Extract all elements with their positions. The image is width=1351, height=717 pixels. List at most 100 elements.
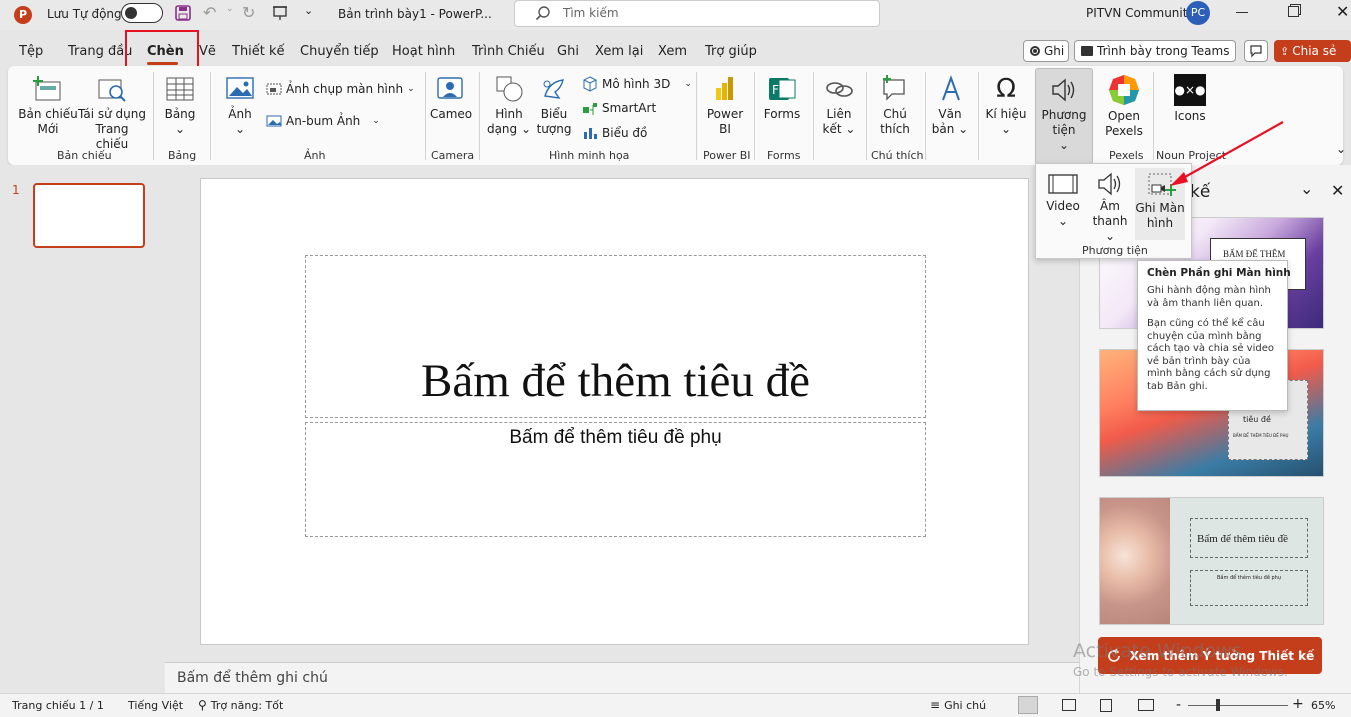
- ribbon-tabs: Tệp Trang đầu Chèn Vẽ Thiết kế Chuyển ti…: [0, 36, 1351, 66]
- powerbi-button[interactable]: Power BI: [702, 74, 748, 137]
- new-slide-button[interactable]: Bản chiếu Mới: [16, 74, 80, 137]
- account-name[interactable]: PITVN Community: [1086, 6, 1195, 20]
- design-idea-3[interactable]: Bấm để thêm tiêu đề Bấm để thêm tiêu đề …: [1099, 497, 1324, 625]
- group-tables-label: Bảng: [168, 149, 197, 162]
- reading-view-icon[interactable]: [1100, 699, 1112, 712]
- tab-record[interactable]: Ghi: [557, 44, 579, 59]
- title-placeholder[interactable]: Bấm để thêm tiêu đề: [305, 255, 926, 418]
- present-from-start-icon[interactable]: [272, 5, 288, 21]
- zoom-slider[interactable]: [1188, 705, 1288, 706]
- zoom-level[interactable]: 65%: [1311, 699, 1335, 712]
- noun-project-icon: ●×●: [1174, 74, 1206, 106]
- language-indicator[interactable]: Tiếng Việt: [128, 699, 183, 712]
- table-button[interactable]: Bảng ⌄: [160, 74, 200, 137]
- slide-thumbnail[interactable]: [33, 183, 145, 248]
- share-button[interactable]: ⇪ Chia sẻ: [1274, 40, 1351, 62]
- tab-review[interactable]: Xem lại: [595, 44, 643, 59]
- symbols-button[interactable]: Ω Kí hiệu ⌄: [983, 74, 1029, 137]
- slide-subtitle-text: Bấm để thêm tiêu đề phụ: [509, 427, 722, 448]
- document-title[interactable]: Bản trình bày1 - PowerP...: [338, 7, 492, 21]
- photo-album-button[interactable]: An-bum Ảnh ⌄: [266, 114, 380, 128]
- comments-button[interactable]: [1244, 40, 1268, 62]
- tab-animations[interactable]: Hoạt hình: [392, 44, 455, 59]
- pictures-icon: [226, 77, 254, 99]
- redo-icon[interactable]: ↻: [242, 3, 255, 22]
- accessibility-status[interactable]: ⚲ Trợ năng: Tốt: [198, 698, 283, 712]
- undo-dropdown-icon[interactable]: ⌄: [226, 4, 234, 14]
- 3d-models-button[interactable]: Mô hình 3D ⌄: [582, 76, 692, 92]
- tab-design[interactable]: Thiết kế: [232, 44, 285, 59]
- icons-button[interactable]: Biểu tượng: [532, 74, 576, 137]
- slide-counter: Trang chiếu 1 / 1: [12, 699, 104, 712]
- tab-view[interactable]: Xem: [658, 44, 687, 59]
- shapes-button[interactable]: Hình dạng ⌄: [486, 74, 532, 137]
- activate-windows-subtext: Go to Settings to activate Windows.: [1073, 665, 1288, 679]
- avatar[interactable]: PC: [1186, 1, 1210, 25]
- tab-draw[interactable]: Vẽ: [199, 44, 216, 59]
- design-idea-1-title: BẤM ĐỂ THÊM: [1223, 249, 1286, 259]
- normal-view-icon[interactable]: [1018, 696, 1038, 714]
- slide-sorter-icon[interactable]: [1062, 699, 1076, 711]
- slide-canvas[interactable]: Bấm để thêm tiêu đề Bấm để thêm tiêu đề …: [200, 178, 1029, 645]
- film-icon: [1048, 174, 1078, 194]
- powerpoint-logo-icon: P: [14, 6, 32, 24]
- link-icon: [826, 82, 853, 97]
- notes-toggle[interactable]: ≡ Ghi chú: [930, 698, 986, 712]
- pictures-button[interactable]: Ảnh ⌄: [218, 74, 262, 137]
- pexels-logo-icon: [1109, 75, 1139, 105]
- audio-button[interactable]: Âm thanh ⌄: [1086, 172, 1134, 244]
- search-box[interactable]: Tìm kiếm: [514, 0, 880, 27]
- present-in-teams-button[interactable]: Trình bày trong Teams: [1074, 40, 1236, 62]
- ribbon-expand-icon[interactable]: ⌄: [1336, 142, 1346, 156]
- close-icon[interactable]: ✕: [1336, 2, 1349, 21]
- tab-file[interactable]: Tệp: [19, 44, 43, 59]
- tab-home[interactable]: Trang đầu: [68, 44, 132, 59]
- media-group-label: Phương tiện: [1082, 244, 1148, 257]
- media-button[interactable]: Phương tiện ⌄: [1035, 68, 1093, 164]
- svg-text:F: F: [772, 83, 779, 97]
- reuse-slides-button[interactable]: Tái sử dụng Trang chiếu: [78, 74, 146, 152]
- zoom-slider-thumb[interactable]: [1216, 699, 1220, 711]
- powerbi-icon: [716, 77, 733, 100]
- design-idea-3-sub: Bấm để thêm tiêu đề phụ: [1217, 575, 1281, 581]
- comment-icon: [883, 75, 905, 101]
- forms-button[interactable]: F Forms: [760, 74, 804, 122]
- chart-button[interactable]: Biểu đồ: [582, 126, 647, 140]
- tab-slideshow[interactable]: Trình Chiếu: [472, 44, 545, 59]
- icons-bird-icon: [543, 79, 564, 99]
- screenshot-button[interactable]: Ảnh chụp màn hình ⌄: [266, 82, 415, 96]
- restore-icon[interactable]: [1288, 6, 1299, 17]
- subtitle-placeholder[interactable]: Bấm để thêm tiêu đề phụ: [305, 422, 926, 537]
- tab-transitions[interactable]: Chuyển tiếp: [300, 44, 379, 59]
- share-icon: ⇪: [1280, 44, 1290, 58]
- search-icon: [535, 5, 551, 21]
- autosave-toggle[interactable]: [121, 3, 163, 23]
- thumbnail-number: 1: [12, 183, 20, 197]
- forms-icon: F: [769, 78, 796, 100]
- zoom-in-button[interactable]: +: [1292, 696, 1304, 712]
- slideshow-icon[interactable]: [1138, 699, 1154, 711]
- zoom-out-button[interactable]: -: [1176, 697, 1181, 713]
- minimize-icon[interactable]: [1236, 12, 1248, 13]
- customize-toolbar-icon[interactable]: ⌄: [304, 4, 313, 17]
- cameo-button[interactable]: Cameo: [430, 74, 472, 122]
- undo-icon[interactable]: ↶: [203, 3, 216, 22]
- notes-pane[interactable]: Bấm để thêm ghi chú: [165, 662, 1079, 693]
- designer-collapse-icon[interactable]: ⌄: [1300, 179, 1313, 198]
- link-button[interactable]: Liên kết ⌄: [818, 74, 860, 137]
- ribbon-insert: Bản chiếu Mới Tái sử dụng Trang chiếu Bả…: [8, 66, 1346, 165]
- comment-button[interactable]: Chú thích: [873, 74, 917, 137]
- design-idea-3-title: Bấm để thêm tiêu đề: [1197, 533, 1289, 545]
- record-button[interactable]: Ghi: [1023, 40, 1069, 62]
- text-button[interactable]: Văn bản ⌄: [930, 74, 970, 137]
- accessibility-icon: ⚲: [198, 698, 207, 712]
- smartart-button[interactable]: SmartArt: [582, 101, 656, 115]
- open-pexels-button[interactable]: Open Pexels: [1099, 74, 1149, 139]
- slide-title-text: Bấm để thêm tiêu đề: [421, 355, 810, 407]
- video-button[interactable]: Video ⌄: [1042, 172, 1084, 229]
- save-icon[interactable]: [175, 5, 191, 21]
- group-forms-label: Forms: [767, 149, 801, 162]
- tab-help[interactable]: Trợ giúp: [705, 44, 757, 59]
- group-illustrations-label: Hình minh họa: [549, 149, 630, 162]
- designer-close-icon[interactable]: ✕: [1331, 181, 1344, 200]
